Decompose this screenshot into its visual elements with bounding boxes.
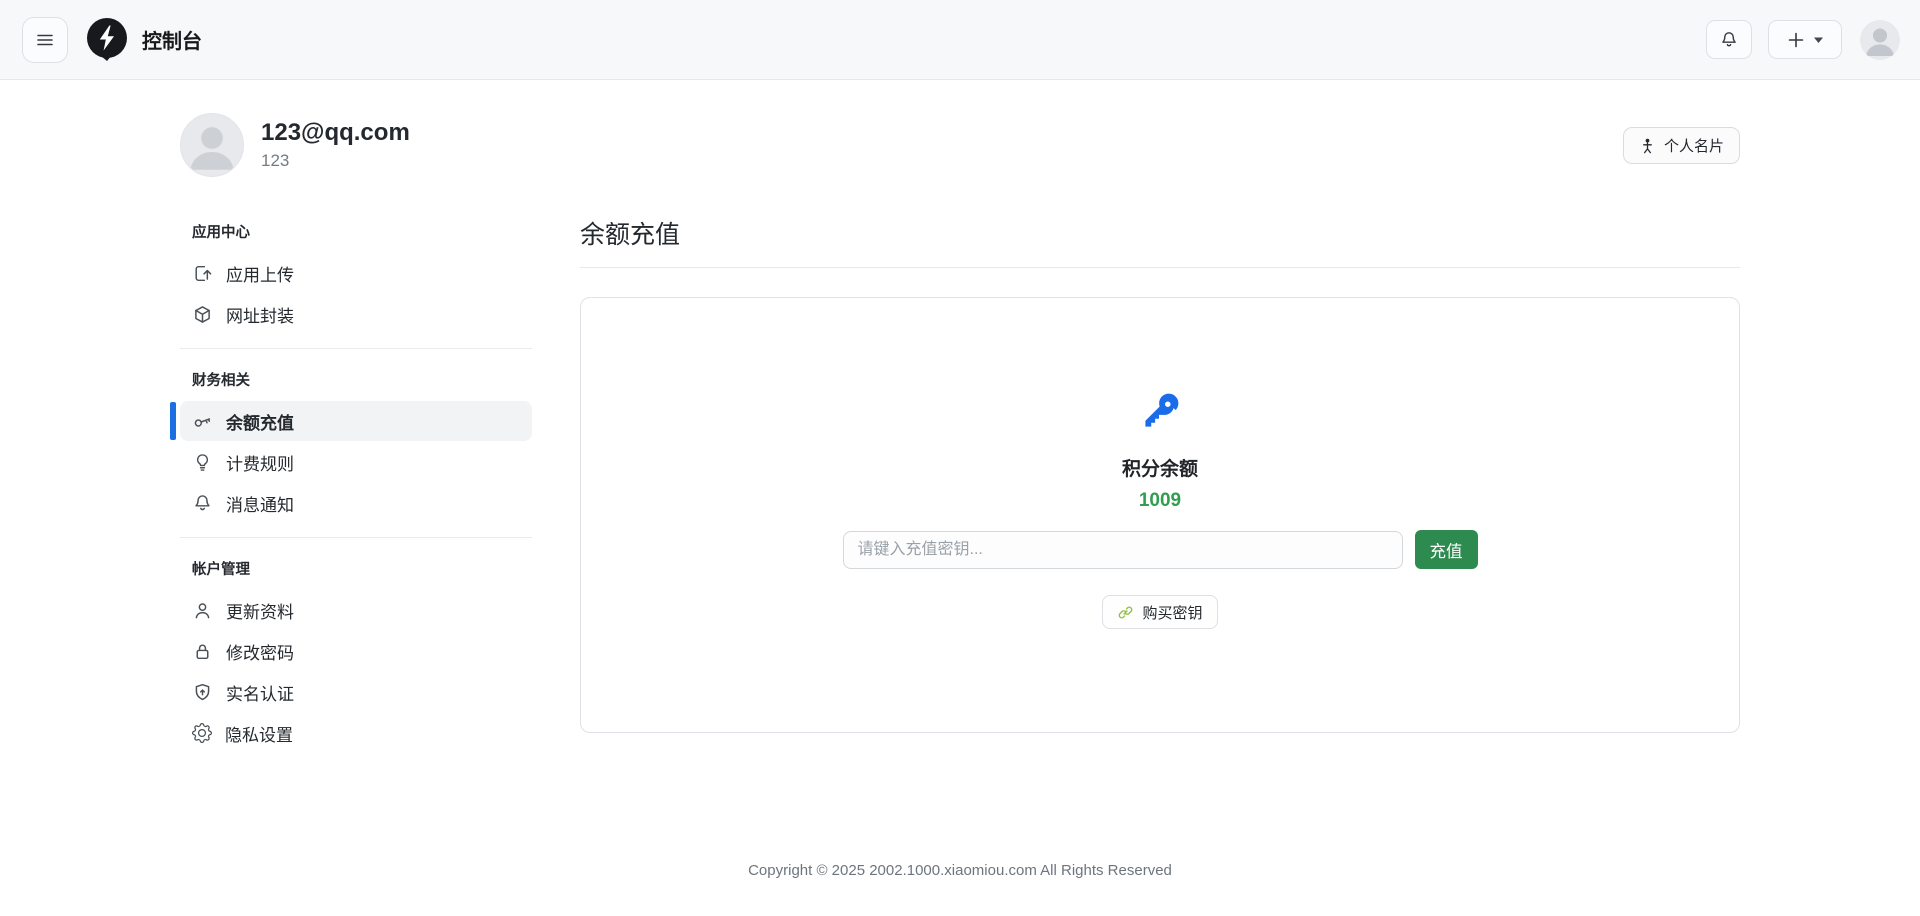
notifications-button[interactable]: [1706, 20, 1752, 59]
balance-label: 积分余额: [1122, 454, 1198, 481]
header-avatar[interactable]: [1860, 20, 1900, 60]
top-header: 控制台: [0, 0, 1920, 80]
bell-icon: [1719, 30, 1739, 50]
sidebar-item-change-password[interactable]: 修改密码: [180, 631, 532, 671]
app-title: 控制台: [142, 25, 202, 54]
person-icon: [192, 600, 213, 621]
upload-icon: [192, 263, 213, 284]
app-logo: [86, 18, 128, 61]
sidebar-item-label: 余额充值: [226, 409, 294, 434]
sidebar-section-heading-finance: 财务相关: [180, 363, 532, 400]
key-icon: [1129, 381, 1191, 443]
sidebar-item-label: 实名认证: [226, 680, 294, 705]
plus-icon: [1787, 31, 1805, 49]
sidebar-section-heading-account: 帐户管理: [180, 552, 532, 589]
shield-icon: [192, 682, 213, 703]
sidebar-item-real-name-verify[interactable]: 实名认证: [180, 672, 532, 712]
personal-card-button[interactable]: 个人名片: [1623, 127, 1740, 164]
key-icon: [192, 411, 213, 432]
balance-value: 1009: [1139, 490, 1181, 512]
sidebar-item-label: 应用上传: [226, 261, 294, 286]
buy-key-button[interactable]: 购买密钥: [1102, 595, 1217, 629]
profile-email: 123@qq.com: [261, 119, 410, 148]
sidebar-item-privacy-settings[interactable]: 隐私设置: [180, 713, 532, 753]
chevron-down-icon: [1814, 37, 1823, 43]
hamburger-icon: [35, 30, 55, 50]
sidebar-divider: [180, 537, 532, 538]
cube-icon: [192, 304, 213, 325]
link-icon: [1117, 604, 1134, 621]
profile-username: 123: [261, 151, 410, 171]
buy-key-label: 购买密钥: [1142, 602, 1202, 623]
recharge-key-input[interactable]: [843, 531, 1403, 569]
sidebar-item-label: 网址封装: [226, 302, 294, 327]
sidebar-item-update-profile[interactable]: 更新资料: [180, 590, 532, 630]
title-divider: [580, 267, 1740, 268]
content-area: 应用中心 应用上传 网址封装 财务相关: [0, 215, 1920, 754]
sidebar-item-label: 计费规则: [226, 450, 294, 475]
create-button[interactable]: [1768, 20, 1842, 59]
profile-header: 123@qq.com 123 个人名片: [0, 113, 1920, 177]
sidebar-item-billing-rules[interactable]: 计费规则: [180, 442, 532, 482]
sidebar-item-label: 修改密码: [226, 639, 294, 664]
lightbulb-icon: [192, 452, 213, 473]
sidebar-section-heading-apps: 应用中心: [180, 215, 532, 252]
lightning-bolt-icon: [86, 18, 128, 61]
recharge-row: 充值: [843, 530, 1478, 569]
profile-info: 123@qq.com 123: [261, 119, 410, 171]
sidebar-item-app-upload[interactable]: 应用上传: [180, 253, 532, 293]
personal-card-label: 个人名片: [1664, 135, 1724, 156]
bell-icon: [192, 493, 213, 514]
lock-icon: [192, 641, 213, 662]
main-panel: 余额充值 积分余额 1009 充值: [580, 215, 1740, 754]
sidebar-item-label: 更新资料: [226, 598, 294, 623]
menu-toggle-button[interactable]: [22, 17, 68, 63]
sidebar-item-url-wrap[interactable]: 网址封装: [180, 294, 532, 334]
sidebar-divider: [180, 348, 532, 349]
sidebar-item-notifications[interactable]: 消息通知: [180, 483, 532, 523]
sidebar-item-label: 隐私设置: [225, 721, 293, 746]
page-title: 余额充值: [580, 215, 1740, 251]
footer-copyright: Copyright © 2025 2002.1000.xiaomiou.com …: [0, 862, 1920, 879]
sidebar: 应用中心 应用上传 网址封装 财务相关: [180, 215, 532, 754]
gear-icon: [192, 723, 212, 743]
sidebar-item-label: 消息通知: [226, 491, 294, 516]
sidebar-item-balance-recharge[interactable]: 余额充值: [180, 401, 532, 441]
person-figure-icon: [1639, 137, 1656, 154]
profile-avatar: [180, 113, 244, 177]
recharge-card: 积分余额 1009 充值 购买密钥: [580, 297, 1740, 733]
recharge-button[interactable]: 充值: [1415, 530, 1478, 569]
